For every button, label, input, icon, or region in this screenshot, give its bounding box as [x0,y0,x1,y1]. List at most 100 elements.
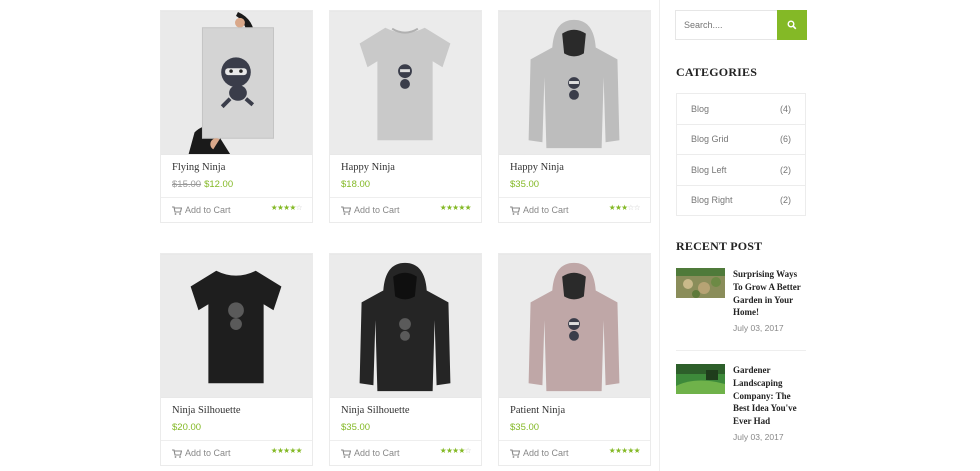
hoodie-pink-image [499,254,650,398]
product-image[interactable] [499,11,650,155]
add-to-cart-button[interactable]: Add to Cart [510,205,569,215]
sale-price: $20.00 [172,422,202,433]
category-label: Blog Left [691,164,727,175]
divider [330,440,481,441]
product-card: Happy Ninja $35.00 Add to Cart ★★★☆☆ [498,10,651,223]
old-price: $15.00 [172,179,202,190]
product-name[interactable]: Happy Ninja [341,162,395,173]
product-price: $35.00 [341,422,370,433]
cart-icon [510,448,520,458]
star-filled-icon: ★ [464,203,472,212]
divider [161,440,312,441]
category-item[interactable]: Blog Grid (6) [677,123,805,155]
add-to-cart-button[interactable]: Add to Cart [172,205,231,215]
post-title[interactable]: Surprising Ways To Grow A Better Garden … [733,268,807,319]
cart-icon [172,448,182,458]
product-name[interactable]: Patient Ninja [510,405,565,416]
star-empty-icon: ☆ [633,203,641,212]
post-date: July 03, 2017 [733,432,784,442]
product-image[interactable] [499,254,650,398]
post-thumbnail[interactable] [676,364,725,394]
product-name[interactable]: Flying Ninja [172,162,225,173]
divider [161,197,312,198]
divider [499,197,650,198]
add-to-cart-button[interactable]: Add to Cart [341,205,400,215]
category-item[interactable]: Blog Left (2) [677,154,805,185]
hoodie-black-image [330,254,481,398]
sale-price: $18.00 [341,179,371,190]
product-image[interactable] [161,254,312,398]
search-form [675,10,807,40]
product-grid: Flying Ninja $15.00 $12.00 Add to Cart ★★… [160,10,652,466]
cart-icon [341,448,351,458]
star-empty-icon: ☆ [295,203,303,212]
sale-price: $35.00 [510,422,540,433]
recent-post-item: Surprising Ways To Grow A Better Garden … [676,268,806,338]
cart-icon [341,205,351,215]
category-label: Blog [691,103,710,114]
star-filled-icon: ★ [295,446,303,455]
post-date: July 03, 2017 [733,323,784,333]
product-card: Patient Ninja $35.00 Add to Cart ★★★★★ [498,253,651,466]
product-price: $20.00 [172,422,201,433]
recent-post-heading: RECENT POST [676,239,763,253]
cart-icon [172,205,182,215]
hoodie-gray-image [499,11,650,155]
tshirt-black-image [161,254,312,398]
product-image[interactable] [161,11,312,155]
recent-post-item: Gardener Landscaping Company: The Best I… [676,364,806,444]
product-name[interactable]: Ninja Silhouette [341,405,410,416]
sale-price: $12.00 [204,179,234,190]
product-card: Happy Ninja $18.00 Add to Cart ★★★★★ [329,10,482,223]
category-count: (2) [780,195,791,206]
rating-stars: ★★★★★ [609,446,641,455]
category-label: Blog Right [691,195,733,206]
product-image[interactable] [330,11,481,155]
product-card: Flying Ninja $15.00 $12.00 Add to Cart ★★… [160,10,313,223]
add-to-cart-label: Add to Cart [185,205,231,215]
product-image[interactable] [330,254,481,398]
rating-stars: ★★★★★ [271,446,303,455]
category-count: (2) [780,164,791,175]
add-to-cart-label: Add to Cart [523,448,569,458]
category-item[interactable]: Blog Right (2) [677,184,805,216]
add-to-cart-button[interactable]: Add to Cart [510,448,569,458]
product-name[interactable]: Happy Ninja [510,162,564,173]
star-filled-icon: ★ [633,446,641,455]
add-to-cart-label: Add to Cart [523,205,569,215]
post-title[interactable]: Gardener Landscaping Company: The Best I… [733,364,807,428]
product-card: Ninja Silhouette $20.00 Add to Cart ★★★★… [160,253,313,466]
category-item[interactable]: Blog (4) [677,94,805,124]
star-empty-icon: ☆ [464,446,472,455]
categories-list: Blog (4) Blog Grid (6) Blog Left (2) Blog R… [676,93,806,216]
product-price: $15.00 $12.00 [172,179,233,190]
rating-stars: ★★★★☆ [440,446,472,455]
search-button[interactable] [777,10,807,40]
categories-heading: CATEGORIES [676,65,758,79]
add-to-cart-label: Add to Cart [354,448,400,458]
product-price: $18.00 [341,179,370,190]
sale-price: $35.00 [341,422,371,433]
post-thumbnail[interactable] [676,268,725,298]
cart-icon [510,205,520,215]
rating-stars: ★★★★☆ [271,203,303,212]
add-to-cart-button[interactable]: Add to Cart [341,448,400,458]
category-count: (6) [780,134,791,145]
add-to-cart-button[interactable]: Add to Cart [172,448,231,458]
rating-stars: ★★★★★ [440,203,472,212]
search-icon [787,20,797,30]
product-card: Ninja Silhouette $35.00 Add to Cart ★★★★… [329,253,482,466]
add-to-cart-label: Add to Cart [185,448,231,458]
sidebar-divider [659,0,660,471]
add-to-cart-label: Add to Cart [354,205,400,215]
search-input[interactable] [675,10,777,40]
product-name[interactable]: Ninja Silhouette [172,405,241,416]
divider [499,440,650,441]
divider [676,350,806,351]
tshirt-gray-image [330,11,481,155]
divider [330,197,481,198]
rating-stars: ★★★☆☆ [609,203,641,212]
product-price: $35.00 [510,422,539,433]
poster-image [161,11,312,155]
category-count: (4) [780,103,791,114]
